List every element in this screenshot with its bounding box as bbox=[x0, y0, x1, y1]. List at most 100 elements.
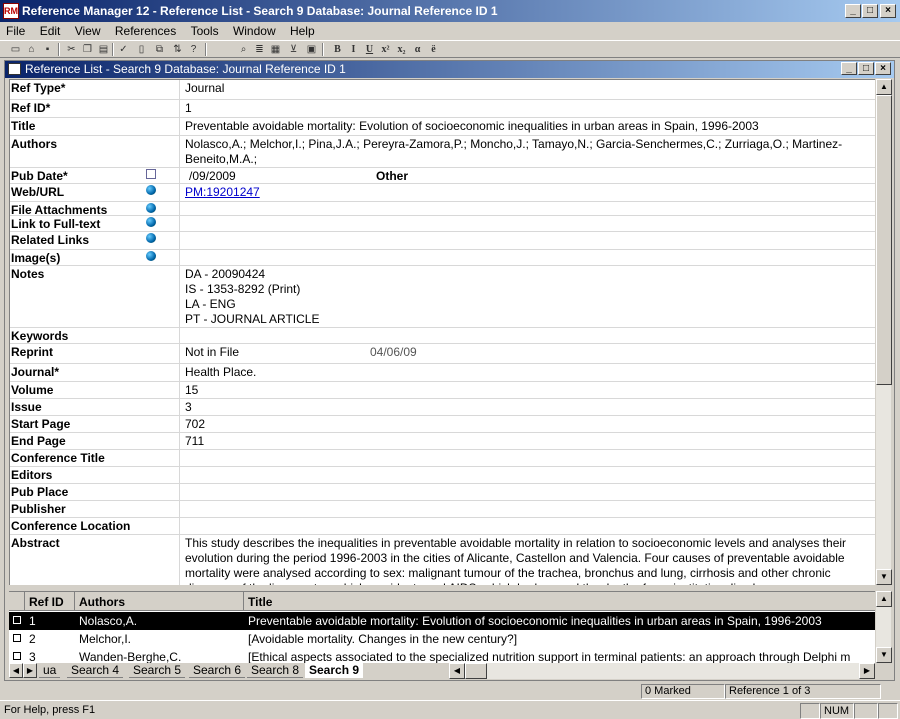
field-editors[interactable]: Editors bbox=[10, 467, 875, 484]
globe-icon[interactable] bbox=[146, 217, 156, 227]
issue-value[interactable]: 3 bbox=[181, 399, 875, 415]
column-header-authors[interactable]: Authors bbox=[75, 592, 244, 611]
journal-value[interactable]: Health Place. bbox=[181, 364, 875, 380]
paste-icon[interactable]: ▤ bbox=[96, 42, 111, 57]
scroll-down-arrow-icon[interactable]: ▼ bbox=[876, 647, 892, 663]
child-close-button[interactable]: × bbox=[875, 62, 891, 75]
greek-button[interactable]: α bbox=[410, 42, 425, 57]
underline-button[interactable]: U bbox=[362, 42, 377, 57]
mark-checkbox[interactable] bbox=[13, 616, 21, 624]
menu-tools[interactable]: Tools bbox=[185, 22, 224, 38]
title-value[interactable]: Preventable avoidable mortality: Evoluti… bbox=[181, 118, 875, 134]
open-database-icon[interactable]: ⌂ bbox=[24, 42, 39, 57]
italic-button[interactable]: I bbox=[346, 42, 361, 57]
subscript-button[interactable]: x₂ bbox=[394, 42, 409, 57]
field-pub-place[interactable]: Pub Place bbox=[10, 484, 875, 501]
document-icon[interactable] bbox=[8, 63, 21, 75]
scroll-up-arrow-icon[interactable]: ▲ bbox=[876, 79, 892, 95]
field-abstract[interactable]: Abstract This study describes the inequa… bbox=[10, 535, 875, 585]
volume-value[interactable]: 15 bbox=[181, 382, 875, 398]
scroll-left-arrow-icon[interactable]: ◀ bbox=[449, 663, 465, 679]
start-page-value[interactable]: 702 bbox=[181, 416, 875, 432]
field-ref-id[interactable]: Ref ID* 1 bbox=[10, 100, 875, 118]
reprint-value[interactable]: Not in File bbox=[181, 344, 875, 360]
field-images[interactable]: Image(s) bbox=[10, 250, 875, 266]
mark-checkbox[interactable] bbox=[13, 652, 21, 660]
tab-ua[interactable]: ua bbox=[39, 663, 61, 678]
field-end-page[interactable]: End Page 711 bbox=[10, 433, 875, 450]
filter-icon[interactable]: ⊻ bbox=[286, 42, 301, 57]
field-file-attachments[interactable]: File Attachments bbox=[10, 202, 875, 217]
field-publisher[interactable]: Publisher bbox=[10, 501, 875, 518]
field-title[interactable]: Title Preventable avoidable mortality: E… bbox=[10, 118, 875, 136]
field-start-page[interactable]: Start Page 702 bbox=[10, 416, 875, 433]
tab-search-5[interactable]: Search 5 bbox=[129, 663, 186, 678]
menu-view[interactable]: View bbox=[69, 22, 106, 38]
page-icon[interactable]: ▯ bbox=[134, 42, 149, 57]
scroll-right-arrow-icon[interactable]: ▶ bbox=[859, 663, 875, 679]
field-notes[interactable]: Notes DA - 20090424 IS - 1353-8292 (Prin… bbox=[10, 266, 875, 328]
form-scrollbar[interactable]: ▲ ▼ bbox=[875, 79, 892, 585]
authors-value[interactable]: Nolasco,A.; Melchor,I.; Pina,J.A.; Perey… bbox=[181, 136, 875, 167]
field-keywords[interactable]: Keywords bbox=[10, 328, 875, 344]
field-web-url[interactable]: Web/URL PM:19201247 bbox=[10, 184, 875, 202]
globe-icon[interactable] bbox=[146, 233, 156, 243]
new-database-icon[interactable]: ▭ bbox=[8, 42, 23, 57]
save-icon[interactable]: ▪ bbox=[40, 42, 55, 57]
superscript-button[interactable]: x² bbox=[378, 42, 393, 57]
menu-window[interactable]: Window bbox=[227, 22, 281, 38]
app-icon[interactable]: RM bbox=[3, 3, 19, 19]
calendar-icon[interactable] bbox=[146, 169, 156, 179]
notes-value[interactable]: DA - 20090424 IS - 1353-8292 (Print) LA … bbox=[181, 266, 875, 327]
menu-file[interactable]: File bbox=[0, 22, 30, 38]
table-row[interactable]: 3 Wanden-Berghe,C. [Ethical aspects asso… bbox=[9, 648, 875, 663]
field-pub-date[interactable]: Pub Date* /09/2009 Other bbox=[10, 168, 875, 184]
field-link-full-text[interactable]: Link to Full-text bbox=[10, 216, 875, 232]
scrollbar-thumb[interactable] bbox=[465, 663, 487, 679]
end-page-value[interactable]: 711 bbox=[181, 433, 875, 449]
pub-date-value[interactable]: /09/2009 bbox=[181, 168, 875, 184]
close-button[interactable]: × bbox=[880, 4, 896, 18]
size-grip-icon[interactable] bbox=[878, 703, 898, 719]
bold-button[interactable]: B bbox=[330, 42, 345, 57]
abstract-value[interactable]: This study describes the inequalities in… bbox=[181, 535, 875, 585]
web-url-link[interactable]: PM:19201247 bbox=[185, 185, 260, 199]
maximize-button[interactable]: □ bbox=[862, 4, 878, 18]
field-authors[interactable]: Authors Nolasco,A.; Melchor,I.; Pina,J.A… bbox=[10, 136, 875, 168]
print-icon[interactable]: ▣ bbox=[304, 42, 319, 57]
scrollbar-thumb[interactable] bbox=[876, 95, 892, 385]
list-scrollbar[interactable]: ▲ ▼ bbox=[875, 591, 892, 663]
sort-icon[interactable]: ⇅ bbox=[170, 42, 185, 57]
field-related-links[interactable]: Related Links bbox=[10, 232, 875, 250]
menu-edit[interactable]: Edit bbox=[34, 22, 66, 38]
tab-search-6[interactable]: Search 6 bbox=[189, 663, 246, 678]
search-icon[interactable]: ⌕ bbox=[236, 42, 251, 57]
column-header-ref-id[interactable]: Ref ID bbox=[25, 592, 75, 611]
child-maximize-button[interactable]: □ bbox=[858, 62, 874, 75]
tab-scroll-left-icon[interactable]: ◀ bbox=[9, 663, 23, 678]
tab-search-8[interactable]: Search 8 bbox=[247, 663, 304, 678]
minimize-button[interactable]: _ bbox=[845, 4, 861, 18]
search-results-icon[interactable]: ≣ bbox=[252, 42, 267, 57]
column-header-title[interactable]: Title bbox=[244, 592, 875, 611]
field-issue[interactable]: Issue 3 bbox=[10, 399, 875, 416]
mark-checkbox[interactable] bbox=[13, 634, 21, 642]
spell-check-icon[interactable]: ✓ bbox=[116, 42, 131, 57]
menu-references[interactable]: References bbox=[109, 22, 181, 38]
special-char-button[interactable]: ë bbox=[426, 42, 441, 57]
ref-type-value[interactable]: Journal bbox=[181, 80, 875, 96]
scroll-up-arrow-icon[interactable]: ▲ bbox=[876, 591, 892, 607]
table-row[interactable]: 1 Nolasco,A. Preventable avoidable morta… bbox=[9, 612, 875, 630]
field-reprint[interactable]: Reprint Not in File 04/06/09 bbox=[10, 344, 875, 364]
field-conference-title[interactable]: Conference Title bbox=[10, 450, 875, 467]
table-row[interactable]: 2 Melchor,I. [Avoidable mortality. Chang… bbox=[9, 630, 875, 648]
globe-icon[interactable] bbox=[146, 251, 156, 261]
field-volume[interactable]: Volume 15 bbox=[10, 382, 875, 399]
child-minimize-button[interactable]: _ bbox=[841, 62, 857, 75]
cut-icon[interactable]: ✂ bbox=[64, 42, 79, 57]
duplicate-icon[interactable]: ⧉ bbox=[152, 42, 167, 57]
globe-icon[interactable] bbox=[146, 185, 156, 195]
copy-icon[interactable]: ❐ bbox=[80, 42, 95, 57]
globe-icon[interactable] bbox=[146, 203, 156, 213]
tab-scroll-right-icon[interactable]: ▶ bbox=[23, 663, 37, 678]
